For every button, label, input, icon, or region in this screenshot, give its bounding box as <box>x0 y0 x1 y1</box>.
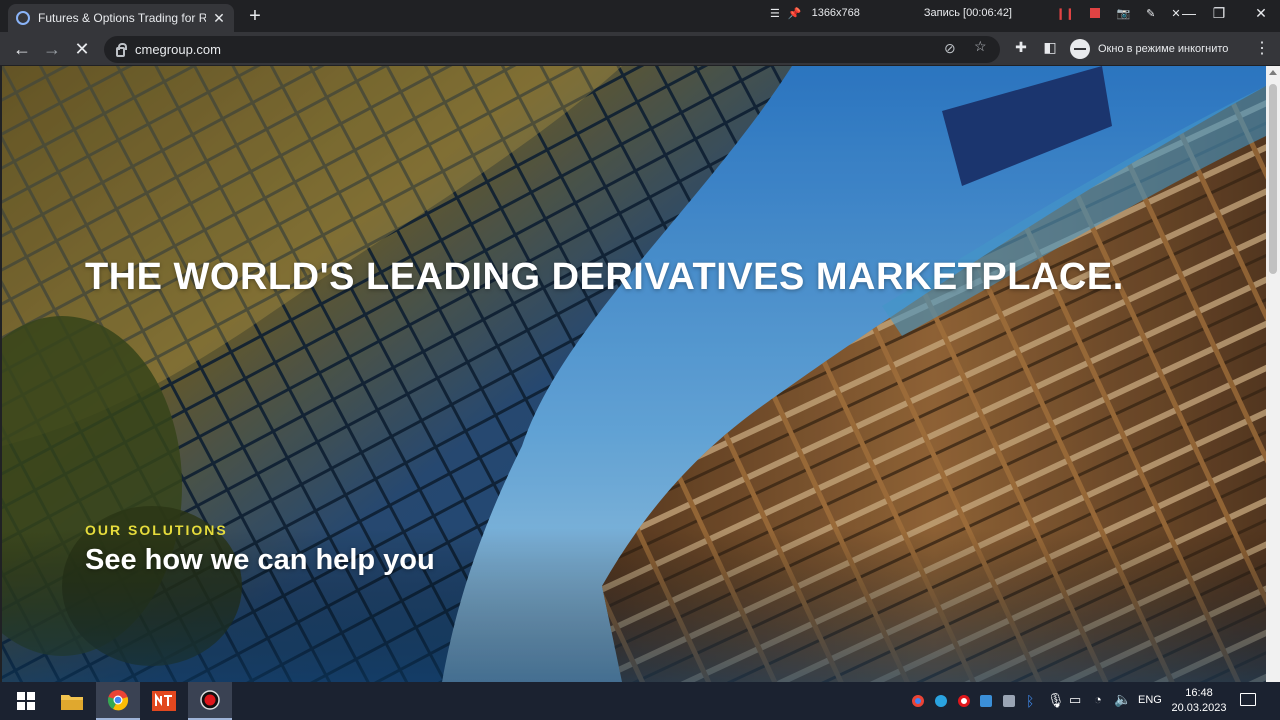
file-explorer-button[interactable] <box>50 682 94 720</box>
tracking-blocked-icon[interactable]: ⊘ <box>944 40 956 57</box>
recorder-tray-icon[interactable] <box>958 695 970 707</box>
camera-icon[interactable]: 📷 <box>1116 7 1130 20</box>
telegram-icon[interactable] <box>935 695 947 707</box>
hero-background-photo <box>2 66 1266 682</box>
page-favicon-icon <box>16 11 30 25</box>
scroll-up-icon[interactable] <box>1269 70 1277 75</box>
windows-taskbar: ᛒ 🎙 ▭ ◔ 🔈 ENG 16:48 20.03.2023 <box>0 682 1280 720</box>
address-bar[interactable]: cmegroup.com <box>104 36 1000 63</box>
screen-recorder-bar: ☰ 📌 1366x768 Запись [00:06:42] ❙❙ 📷 ✎ ✕ <box>770 0 1197 26</box>
tab-strip: Futures & Options Trading for Ri ✕ + ☰ 📌… <box>0 0 1280 32</box>
pin-icon[interactable]: 📌 <box>788 7 802 20</box>
chrome-icon <box>107 690 129 711</box>
pause-icon[interactable]: ❙❙ <box>1056 7 1074 20</box>
browser-tab[interactable]: Futures & Options Trading for Ri ✕ <box>8 4 234 32</box>
stop-loading-icon[interactable]: ✕ <box>70 37 94 61</box>
system-clock[interactable]: 16:48 20.03.2023 <box>1170 686 1228 716</box>
start-button[interactable] <box>4 682 48 720</box>
lock-icon[interactable] <box>116 42 127 57</box>
page-scrollbar[interactable] <box>1266 66 1280 682</box>
volume-icon[interactable]: 🔈 <box>1114 691 1131 708</box>
bluetooth-icon[interactable]: ᛒ <box>1026 693 1034 709</box>
extensions-icon[interactable]: ✚ <box>1011 39 1031 56</box>
side-panel-icon[interactable]: ◧ <box>1040 39 1060 56</box>
url-text[interactable]: cmegroup.com <box>135 42 221 57</box>
hero-section: THE WORLD'S LEADING DERIVATIVES MARKETPL… <box>2 66 1266 682</box>
scrollbar-thumb[interactable] <box>1269 84 1277 274</box>
recorder-menu-icon[interactable]: ☰ <box>770 7 780 20</box>
windows-logo-icon <box>17 692 35 710</box>
recorder-resolution: 1366x768 <box>811 7 860 19</box>
wifi-icon[interactable]: ◔ <box>1094 692 1102 707</box>
window-close-icon[interactable]: ✕ <box>1246 0 1276 26</box>
battery-icon[interactable]: ▭ <box>1069 692 1081 708</box>
notifications-icon[interactable] <box>1240 693 1256 706</box>
record-icon <box>200 690 220 710</box>
ninjatrader-icon <box>152 691 176 711</box>
back-icon[interactable]: ← <box>10 37 34 61</box>
hero-headline: THE WORLD'S LEADING DERIVATIVES MARKETPL… <box>85 256 1124 298</box>
display-tray-icon[interactable] <box>1003 695 1015 707</box>
recorder-status: Запись [00:06:42] <box>923 7 1012 19</box>
tab-title: Futures & Options Trading for Ri <box>38 11 206 25</box>
new-tab-button[interactable]: + <box>244 5 266 27</box>
incognito-indicator[interactable]: Окно в режиме инкогнито <box>1070 37 1228 61</box>
solutions-eyebrow[interactable]: OUR SOLUTIONS <box>85 522 228 538</box>
browser-menu-icon[interactable]: ⋮ <box>1254 38 1270 58</box>
forward-icon[interactable]: → <box>40 37 64 61</box>
browser-toolbar: ← → ✕ cmegroup.com ⊘ ☆ ✚ ◧ Окно в режиме… <box>0 32 1280 66</box>
stop-icon[interactable] <box>1090 8 1101 18</box>
restore-icon[interactable]: ❐ <box>1204 0 1234 26</box>
solutions-link[interactable]: See how we can help you <box>85 544 435 577</box>
bookmark-star-icon[interactable]: ☆ <box>974 38 987 55</box>
clock-time: 16:48 <box>1185 687 1213 699</box>
minimize-icon[interactable]: — <box>1174 0 1204 26</box>
app-tray-icon[interactable] <box>980 695 992 707</box>
tab-close-icon[interactable]: ✕ <box>212 10 226 27</box>
incognito-label: Окно в режиме инкогнито <box>1098 43 1229 55</box>
ninjatrader-button[interactable] <box>142 682 186 720</box>
microphone-icon[interactable]: 🎙 <box>1047 692 1065 709</box>
chrome-tray-icon[interactable] <box>912 695 924 707</box>
language-indicator[interactable]: ENG <box>1138 694 1162 706</box>
chrome-taskbar-button[interactable] <box>96 682 140 720</box>
recorder-taskbar-button[interactable] <box>188 682 232 720</box>
incognito-icon <box>1070 39 1090 59</box>
folder-icon <box>61 695 83 710</box>
pencil-icon[interactable]: ✎ <box>1146 7 1155 20</box>
clock-date: 20.03.2023 <box>1171 702 1227 714</box>
